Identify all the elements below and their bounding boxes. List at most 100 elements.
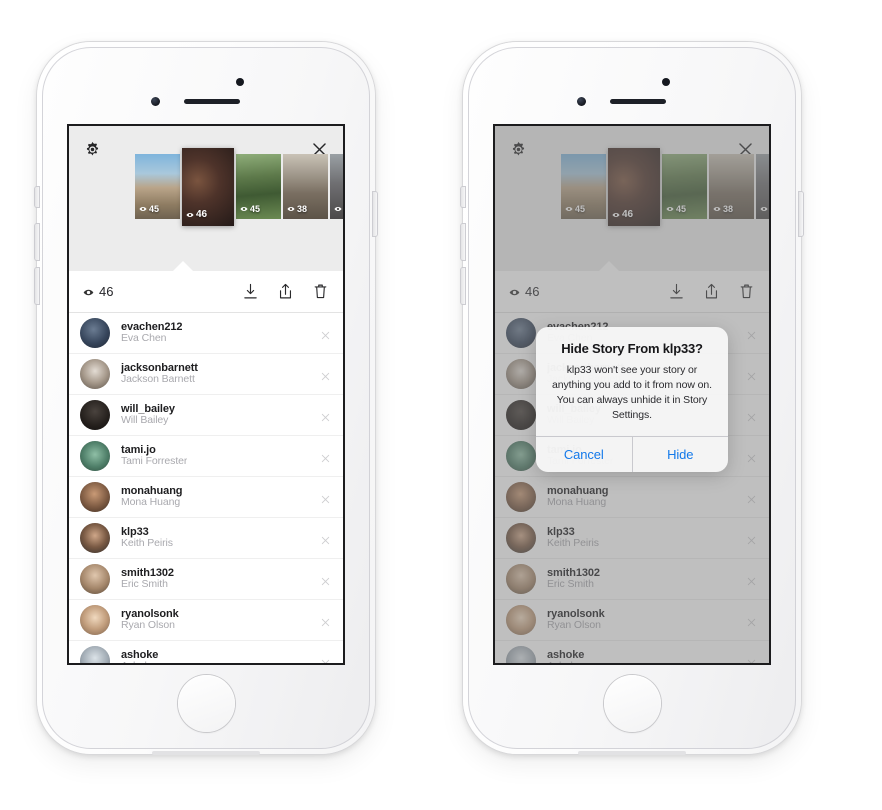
story-thumbnail[interactable]: 38 [283, 154, 328, 219]
story-view-count-value: 46 [622, 209, 634, 220]
viewer-list[interactable]: evachen212Eva Chen jacksonbarnettJackson … [69, 313, 343, 663]
viewer-row[interactable]: klp33 Keith Peiris [495, 518, 769, 559]
story-thumbnail[interactable]: 45 [662, 154, 707, 219]
viewer-count: 46 [509, 284, 539, 299]
remove-viewer-icon[interactable] [746, 574, 757, 585]
hide-button[interactable]: Hide [631, 436, 729, 472]
story-thumbnail[interactable]: 45 [135, 154, 180, 219]
cancel-button[interactable]: Cancel [536, 437, 632, 472]
remove-viewer-icon[interactable] [746, 615, 757, 626]
trash-icon[interactable] [312, 282, 329, 301]
story-thumbnail-selected[interactable]: 46 [182, 148, 234, 226]
viewer-row[interactable]: tami.joTami Forrester [69, 436, 343, 477]
story-thumbnail[interactable]: 45 [236, 154, 281, 219]
avatar-image [506, 605, 536, 635]
remove-viewer-icon[interactable] [320, 533, 331, 544]
remove-viewer-icon[interactable] [320, 410, 331, 421]
viewer-fullname: Eric Smith [121, 578, 168, 591]
story-view-count: 45 [240, 204, 260, 214]
eye-icon [139, 205, 147, 213]
remove-viewer-icon[interactable] [320, 574, 331, 585]
phone-device-left: 45 46 45 38 3 46 [35, 42, 377, 755]
remove-viewer-icon[interactable] [746, 451, 757, 462]
gear-icon[interactable] [509, 140, 528, 159]
volume-down-button[interactable] [35, 268, 39, 304]
viewer-row[interactable]: ashokeAshoke [495, 641, 769, 663]
avatar[interactable] [80, 482, 110, 512]
avatar[interactable] [80, 359, 110, 389]
remove-viewer-icon[interactable] [746, 492, 757, 503]
avatar-image [80, 482, 110, 512]
remove-viewer-icon[interactable] [320, 328, 331, 339]
download-icon[interactable] [668, 282, 685, 301]
remove-viewer-icon[interactable] [746, 656, 757, 663]
avatar[interactable] [80, 605, 110, 635]
avatar[interactable] [506, 564, 536, 594]
avatar[interactable] [80, 400, 110, 430]
viewer-row[interactable]: ryanolsonk Ryan Olson [69, 600, 343, 641]
viewer-row[interactable]: monahuang Mona Huang [495, 477, 769, 518]
avatar[interactable] [506, 318, 536, 348]
viewer-names: evachen212Eva Chen [121, 321, 182, 345]
front-camera-icon [577, 97, 586, 106]
avatar[interactable] [506, 646, 536, 663]
avatar[interactable] [80, 646, 110, 663]
volume-up-button[interactable] [461, 224, 465, 260]
viewer-row[interactable]: klp33 Keith Peiris [69, 518, 343, 559]
viewer-fullname: Ryan Olson [547, 619, 601, 632]
eye-icon [83, 286, 94, 297]
remove-viewer-icon[interactable] [746, 369, 757, 380]
avatar[interactable] [80, 318, 110, 348]
avatar[interactable] [506, 482, 536, 512]
remove-viewer-icon[interactable] [320, 451, 331, 462]
viewer-row[interactable]: will_baileyWill Bailey [69, 395, 343, 436]
remove-viewer-icon[interactable] [746, 410, 757, 421]
story-thumbnail[interactable]: 45 [561, 154, 606, 219]
avatar[interactable] [80, 441, 110, 471]
viewer-row[interactable]: smith1302 Eric Smith [495, 559, 769, 600]
avatar[interactable] [506, 523, 536, 553]
viewer-row[interactable]: ashokeAshoke [69, 641, 343, 663]
story-thumbnail-strip[interactable]: 45 46 45 38 3 [561, 148, 769, 226]
remove-viewer-icon[interactable] [320, 492, 331, 503]
earpiece-speaker [610, 99, 666, 104]
remove-viewer-icon[interactable] [320, 656, 331, 663]
remove-viewer-icon[interactable] [320, 369, 331, 380]
share-icon[interactable] [277, 282, 294, 301]
viewer-row[interactable]: jacksonbarnettJackson Barnett [69, 354, 343, 395]
trash-icon[interactable] [738, 282, 755, 301]
power-button[interactable] [373, 192, 377, 236]
viewer-fullname: Eric Smith [547, 578, 594, 591]
avatar[interactable] [506, 441, 536, 471]
share-icon[interactable] [703, 282, 720, 301]
mute-switch[interactable] [461, 187, 465, 207]
avatar[interactable] [506, 400, 536, 430]
viewer-names: klp33 Keith Peiris [121, 526, 173, 550]
viewer-row[interactable]: smith1302 Eric Smith [69, 559, 343, 600]
story-thumbnail-selected[interactable]: 46 [608, 148, 660, 226]
viewer-row[interactable]: monahuang Mona Huang [69, 477, 343, 518]
story-thumbnail[interactable]: 3 [330, 154, 343, 219]
antenna-band [578, 751, 686, 755]
home-button[interactable] [177, 675, 235, 732]
viewer-row[interactable]: ryanolsonk Ryan Olson [495, 600, 769, 641]
power-button[interactable] [799, 192, 803, 236]
story-thumbnail[interactable]: 3 [756, 154, 769, 219]
story-thumbnail-strip[interactable]: 45 46 45 38 3 [135, 148, 343, 226]
download-icon[interactable] [242, 282, 259, 301]
avatar[interactable] [80, 523, 110, 553]
volume-down-button[interactable] [461, 268, 465, 304]
remove-viewer-icon[interactable] [320, 615, 331, 626]
mute-switch[interactable] [35, 187, 39, 207]
story-thumbnail[interactable]: 38 [709, 154, 754, 219]
viewer-row[interactable]: evachen212Eva Chen [69, 313, 343, 354]
avatar[interactable] [506, 605, 536, 635]
gear-icon[interactable] [83, 140, 102, 159]
story-view-count-value: 38 [723, 204, 734, 214]
volume-up-button[interactable] [35, 224, 39, 260]
remove-viewer-icon[interactable] [746, 533, 757, 544]
remove-viewer-icon[interactable] [746, 328, 757, 339]
avatar[interactable] [506, 359, 536, 389]
avatar[interactable] [80, 564, 110, 594]
home-button[interactable] [603, 675, 661, 732]
